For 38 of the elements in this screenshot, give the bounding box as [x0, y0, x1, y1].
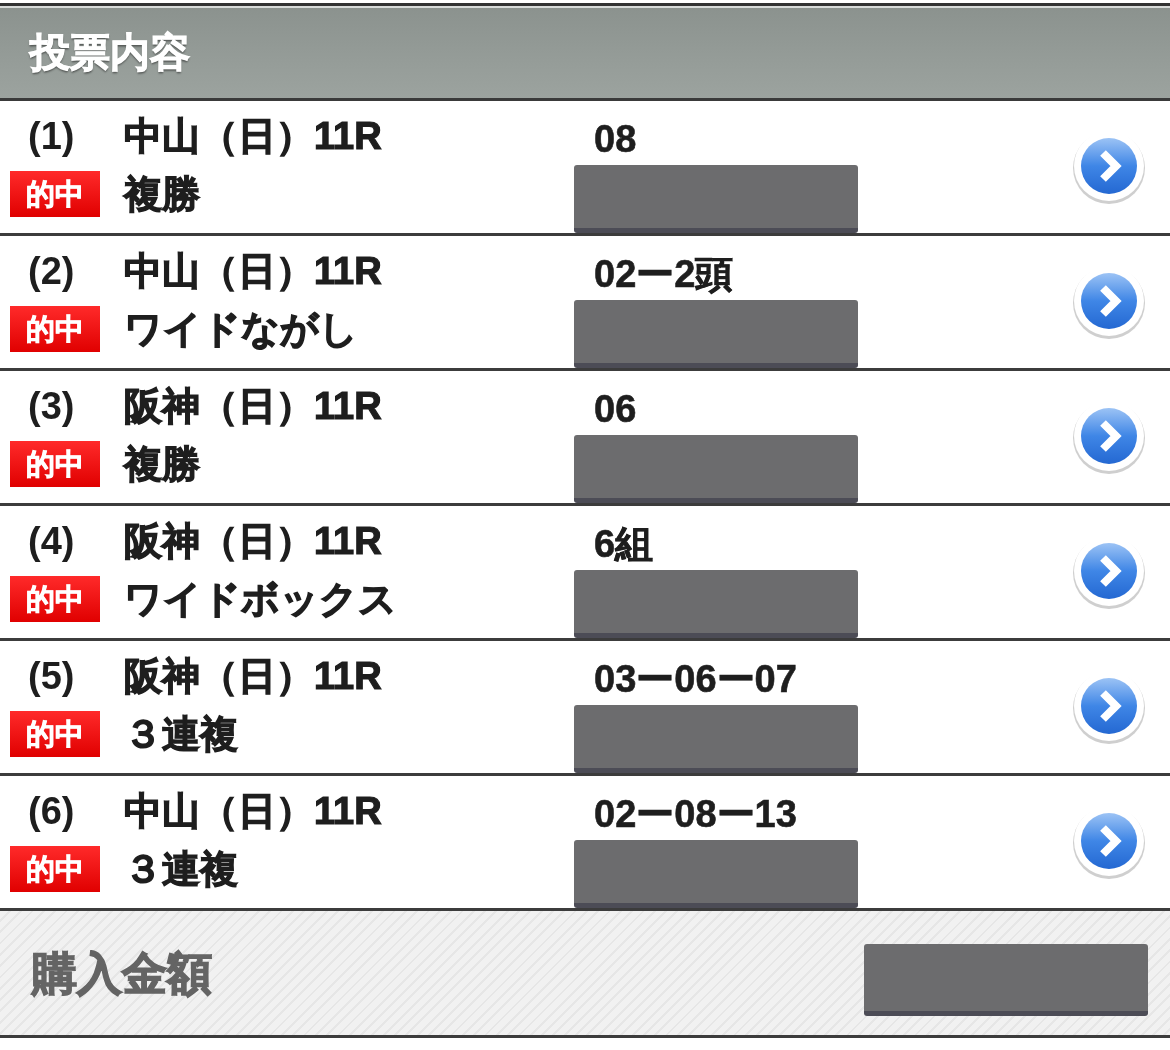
bet-number: (6): [27, 789, 76, 834]
race-name: 阪神（日）11R: [124, 654, 383, 699]
bet-number: (5): [27, 654, 76, 699]
bet-number: (3): [27, 384, 76, 429]
horse-selection: 06: [593, 387, 637, 432]
horse-selection: 6組: [593, 522, 654, 567]
result-badge: 的中: [10, 846, 100, 892]
bet-number: (2): [27, 249, 76, 294]
result-badge: 的中: [10, 711, 100, 757]
chevron-right-icon[interactable]: [1072, 130, 1146, 204]
chevron-right-icon[interactable]: [1072, 265, 1146, 339]
horse-selection: 03ー06ー07: [593, 657, 797, 702]
result-badge: 的中: [10, 441, 100, 487]
race-name: 阪神（日）11R: [124, 519, 383, 564]
bet-type: ワイドボックス: [124, 577, 398, 622]
chevron-right-icon[interactable]: [1072, 400, 1146, 474]
race-name: 中山（日）11R: [124, 249, 383, 294]
horse-selection: 08: [593, 117, 637, 162]
horse-selection: 02ー2頭: [593, 252, 734, 297]
bet-type: ３連複: [124, 712, 239, 757]
bet-type: 複勝: [124, 442, 201, 487]
total-label: 購入金額: [32, 950, 212, 996]
chevron-right-icon[interactable]: [1072, 535, 1146, 609]
section-title: 投票内容: [30, 32, 190, 72]
chevron-right-icon[interactable]: [1072, 670, 1146, 744]
race-name: 中山（日）11R: [124, 114, 383, 159]
result-badge: 的中: [10, 171, 100, 217]
horse-selection: 02ー08ー13: [593, 792, 797, 837]
race-name: 阪神（日）11R: [124, 384, 383, 429]
chevron-right-icon[interactable]: [1072, 805, 1146, 879]
bet-number: (1): [27, 114, 76, 159]
bet-type: 複勝: [124, 172, 201, 217]
result-badge: 的中: [10, 306, 100, 352]
bet-number: (4): [27, 519, 76, 564]
bet-type: ワイドながし: [124, 307, 359, 352]
bet-type: ３連複: [124, 847, 239, 892]
result-badge: 的中: [10, 576, 100, 622]
race-name: 中山（日）11R: [124, 789, 383, 834]
